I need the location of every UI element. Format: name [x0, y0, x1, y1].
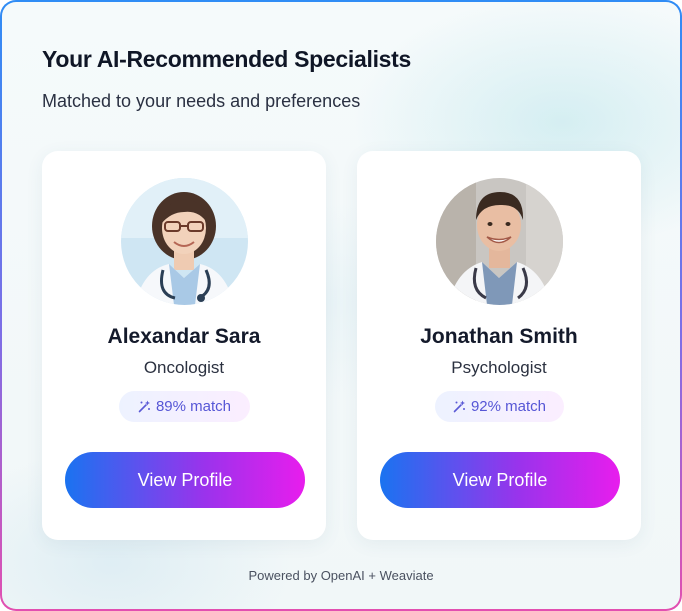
powered-by-footer: Powered by OpenAI + Weaviate: [248, 568, 434, 583]
specialist-role: Oncologist: [143, 358, 225, 377]
specialist-name: Jonathan Smith: [420, 325, 578, 348]
view-profile-button[interactable]: View Profile: [65, 452, 305, 508]
match-percent: 89% match: [155, 398, 232, 415]
specialist-avatar: [121, 178, 248, 305]
sparkle-wand-icon: [138, 400, 151, 413]
page-title: Your AI-Recommended Specialists: [42, 46, 412, 72]
recommendation-panel-border: Your AI-Recommended Specialists Matched …: [0, 0, 682, 611]
specialist-card: Alexandar Sara Oncologist 89% match View…: [42, 151, 326, 540]
match-badge: 89% match: [119, 391, 250, 422]
specialist-role: Psychologist: [451, 358, 547, 377]
sparkle-wand-icon: [453, 400, 466, 413]
match-badge: 92% match: [435, 391, 564, 422]
match-percent: 92% match: [470, 398, 547, 415]
page-subtitle: Matched to your needs and preferences: [42, 91, 361, 111]
specialist-avatar: [436, 178, 563, 305]
specialist-name: Alexandar Sara: [107, 325, 261, 348]
specialist-card: Jonathan Smith Psychologist 92% match Vi…: [357, 151, 641, 540]
recommendation-panel: Your AI-Recommended Specialists Matched …: [2, 2, 680, 609]
view-profile-button[interactable]: View Profile: [380, 452, 620, 508]
